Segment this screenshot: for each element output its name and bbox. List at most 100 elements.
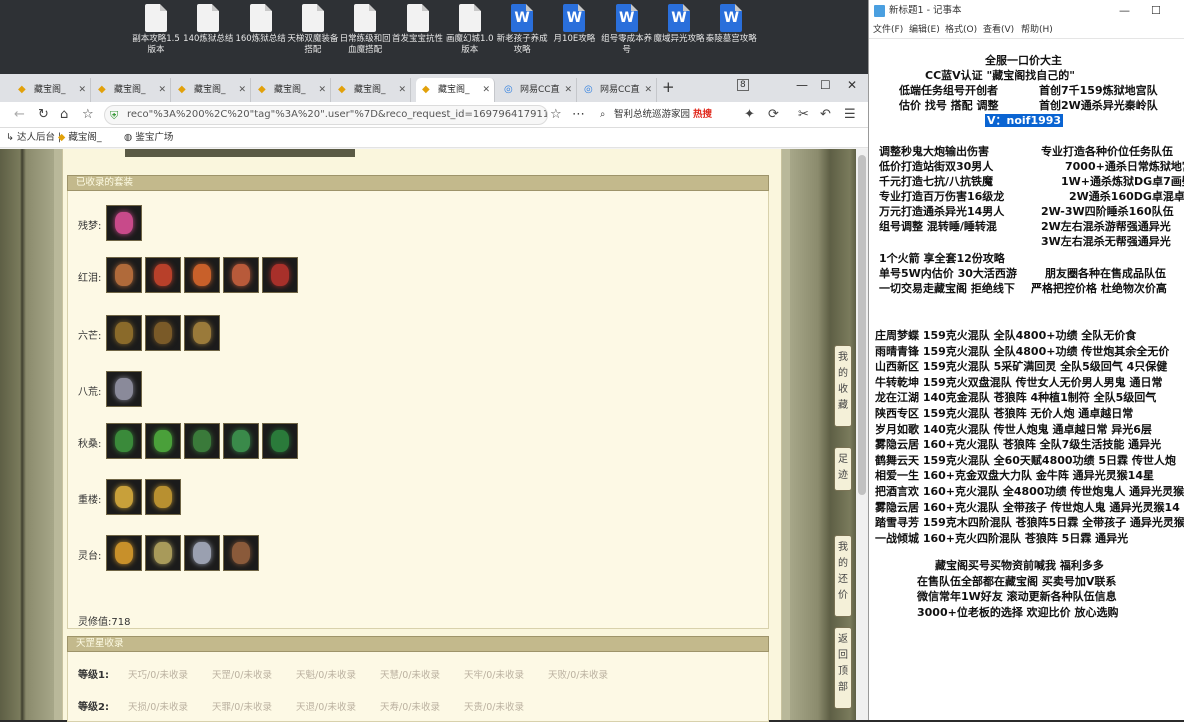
close-tab-icon[interactable]: ✕	[238, 78, 246, 102]
desktop-icon[interactable]: W 新老孩子养成攻略	[496, 4, 548, 56]
new-tab-button[interactable]: +	[662, 78, 675, 96]
equipment-item[interactable]	[145, 423, 181, 459]
set-items	[106, 205, 145, 243]
equipment-item[interactable]	[145, 315, 181, 351]
search-box[interactable]: ⌕ 智利总统巡游家园 热搜	[598, 105, 732, 125]
desktop-icon[interactable]: W 秦陵墓宫攻略	[705, 4, 757, 45]
address-bar[interactable]: ⛨ reco"%3A%200%2C%20"tag"%3A%20".user"%7D…	[104, 105, 548, 125]
bookmark-jianbao[interactable]: ◍ 鉴宝广场	[124, 128, 173, 148]
equipment-item[interactable]	[145, 535, 181, 571]
scrollbar-thumb[interactable]	[858, 155, 866, 495]
cbg-favicon-icon: ◆	[18, 84, 26, 95]
star-icon[interactable]: ☆	[82, 107, 94, 122]
equipment-item[interactable]	[184, 535, 220, 571]
equipment-item[interactable]	[223, 535, 259, 571]
back-icon[interactable]: ←	[14, 107, 25, 122]
menu-format[interactable]: 格式(O)	[945, 22, 977, 38]
equipment-item[interactable]	[145, 257, 181, 293]
back-to-top-button[interactable]: 返回顶部	[834, 627, 852, 709]
tab-cc-1[interactable]: ◎ 网易CC直 ✕	[498, 78, 577, 102]
bookmark-star-icon[interactable]: ☆	[550, 107, 562, 122]
equipment-item[interactable]	[262, 257, 298, 293]
equipment-item[interactable]	[184, 423, 220, 459]
footer-line: 微信常年1W好友 滚动更新各种队伍信息	[917, 590, 1117, 603]
equipment-item[interactable]	[106, 479, 142, 515]
desktop-icon[interactable]: 画魔幻城1.0版本	[444, 4, 496, 56]
footprint-button[interactable]: 足迹	[834, 447, 852, 491]
close-tab-icon[interactable]: ✕	[318, 78, 326, 102]
desktop-icon-label: 160炼狱总结	[235, 34, 286, 44]
bookmark-cbg[interactable]: ◆ 藏宝阁_	[58, 128, 102, 148]
equipment-item[interactable]	[184, 257, 220, 293]
notepad-line: CC蓝V认证 "藏宝阁找自己的"	[925, 69, 1075, 82]
service-line: 2W-3W四阶睡杀160队伍	[1041, 205, 1174, 218]
tab-cbg-1[interactable]: ◆ 藏宝阁_ ✕	[12, 78, 91, 102]
close-tab-icon[interactable]: ✕	[482, 78, 490, 102]
service-line: 组号调整 混转睡/睡转混	[879, 220, 997, 233]
close-tab-icon[interactable]: ✕	[644, 78, 652, 102]
minimize-button[interactable]: —	[796, 78, 808, 92]
desktop-icon[interactable]: W 月10E攻略	[548, 4, 600, 45]
menu-icon[interactable]: ☰	[844, 107, 856, 122]
cbg-favicon-icon: ◆	[422, 84, 430, 95]
menu-file[interactable]: 文件(F)	[873, 22, 903, 38]
equipment-item[interactable]	[184, 315, 220, 351]
tab-cbg-2[interactable]: ◆ 藏宝阁_ ✕	[92, 78, 171, 102]
desktop-icon[interactable]: 副本攻略1.5版本	[130, 4, 182, 56]
notepad-text-area[interactable]: 全服一口价大主 CC蓝V认证 "藏宝阁找自己的" 低端任务组号开创者 首创7千159炼…	[869, 38, 1184, 720]
tab-cbg-3[interactable]: ◆ 藏宝阁_ ✕	[172, 78, 251, 102]
tab-cbg-5[interactable]: ◆ 藏宝阁_ ✕	[332, 78, 411, 102]
page-scrollbar[interactable]	[856, 149, 868, 720]
desktop-icon[interactable]: 天梯双魔装备搭配	[287, 4, 339, 56]
close-button[interactable]: ✕	[847, 78, 857, 92]
reload-icon[interactable]: ↻	[38, 107, 49, 122]
tab-count-badge[interactable]: 8	[737, 79, 749, 91]
equipment-item[interactable]	[145, 479, 181, 515]
equipment-item[interactable]	[223, 257, 259, 293]
menu-view[interactable]: 查看(V)	[983, 22, 1014, 38]
maximize-button[interactable]: ☐	[820, 78, 831, 92]
desktop-icon[interactable]: W 组号零成本养号	[601, 4, 653, 56]
sync-icon[interactable]: ⟳	[768, 107, 779, 122]
role-detail-panel: 已收录的套装 残梦: 红泪: 六芒: 八荒: 秋桑: 重楼: 灵台: 灵修值:7…	[62, 149, 782, 722]
equipment-item[interactable]	[262, 423, 298, 459]
browser-window: ◆ 藏宝阁_ ✕ ◆ 藏宝阁_ ✕ ◆ 藏宝阁_ ✕ ◆ 藏宝阁_ ✕ ◆ 藏宝阁_ ✕ ◆ 藏宝阁_…	[0, 74, 868, 722]
extension-icon[interactable]: ✦	[744, 107, 755, 122]
notepad-minimize-button[interactable]: —	[1119, 0, 1130, 22]
equipment-item[interactable]	[106, 315, 142, 351]
my-counteroffer-button[interactable]: 我的还价	[834, 535, 852, 617]
text-file-icon	[406, 4, 429, 32]
desktop-icon[interactable]: 日常练级和回血魔搭配	[339, 4, 391, 56]
close-tab-icon[interactable]: ✕	[78, 78, 86, 102]
desktop-icon[interactable]: 160炼狱总结	[235, 4, 287, 45]
text-file-icon	[301, 4, 324, 32]
undo-icon[interactable]: ↶	[820, 107, 831, 122]
desktop-icon-label: 天梯双魔装备搭配	[287, 34, 339, 55]
notepad-window: 新标题1 - 记事本 — ☐ 文件(F) 编辑(E) 格式(O) 查看(V) 帮助(…	[868, 0, 1184, 720]
desktop-icon[interactable]: 140炼狱总结	[182, 4, 234, 45]
equipment-item[interactable]	[223, 423, 259, 459]
close-tab-icon[interactable]: ✕	[398, 78, 406, 102]
tab-cbg-active[interactable]: ◆ 藏宝阁_ ✕	[416, 78, 495, 102]
desktop-icon[interactable]: 首发宝宝抗性	[392, 4, 444, 45]
my-favorites-button[interactable]: 我的收藏	[834, 345, 852, 427]
more-icon[interactable]: ⋯	[572, 107, 585, 122]
tab-cc-2[interactable]: ◎ 网易CC直 ✕	[578, 78, 657, 102]
equipment-item[interactable]	[106, 423, 142, 459]
tab-cbg-4[interactable]: ◆ 藏宝阁_ ✕	[252, 78, 331, 102]
promo-line: 单号5W内估价 30大活西游	[879, 267, 1017, 280]
home-icon[interactable]: ⌂	[60, 107, 68, 122]
desktop-icon[interactable]: W 魔域异光攻略	[653, 4, 705, 45]
bookmark-daren[interactable]: ↳ 达人后台 |	[6, 128, 61, 148]
equipment-item[interactable]	[106, 205, 142, 241]
notepad-maximize-button[interactable]: ☐	[1151, 0, 1161, 22]
close-tab-icon[interactable]: ✕	[564, 78, 572, 102]
equipment-item[interactable]	[106, 535, 142, 571]
menu-edit[interactable]: 编辑(E)	[909, 22, 940, 38]
equipment-item[interactable]	[106, 371, 142, 407]
menu-help[interactable]: 帮助(H)	[1021, 22, 1053, 38]
equipment-item[interactable]	[106, 257, 142, 293]
desktop-icon-label: 首发宝宝抗性	[391, 34, 443, 44]
close-tab-icon[interactable]: ✕	[158, 78, 166, 102]
scissors-icon[interactable]: ✂	[798, 107, 809, 122]
